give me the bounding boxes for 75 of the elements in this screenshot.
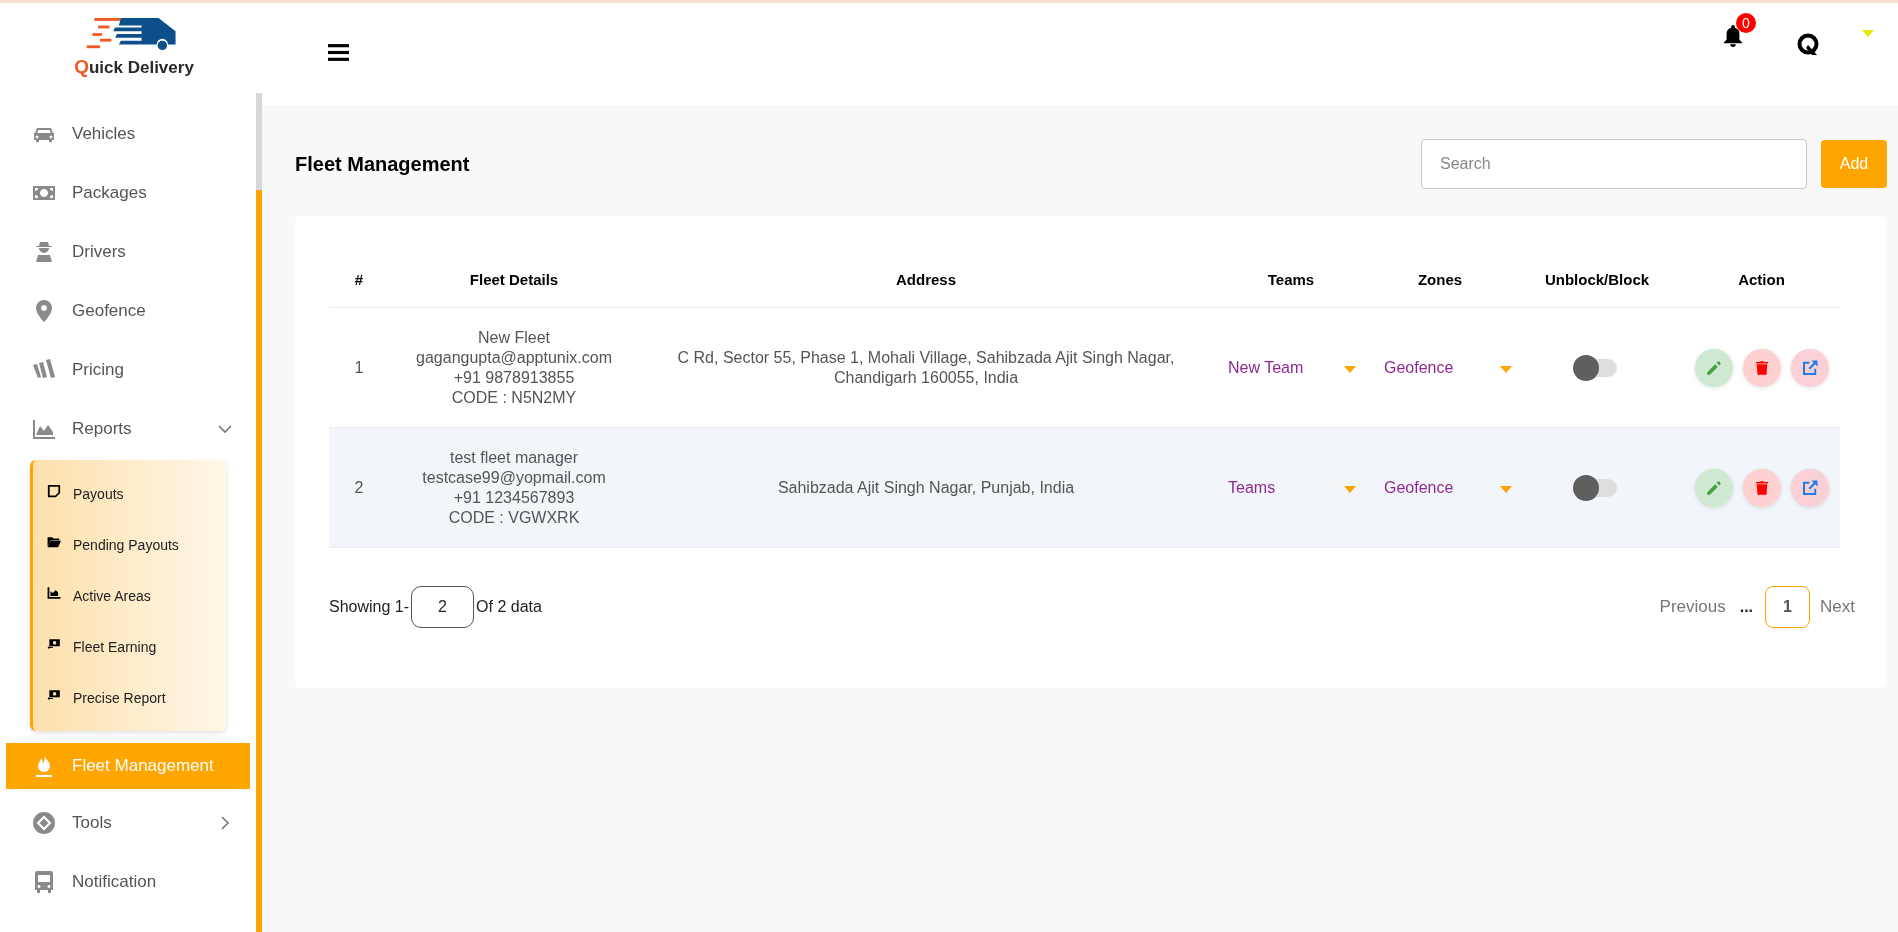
address-cell-text: Sahibzada Ajit Singh Nagar, Punjab, India [776,477,1076,498]
caret-down-icon [1500,486,1512,493]
delete-button[interactable] [1742,468,1781,507]
column-header: Teams [1213,251,1369,308]
sidebar-item[interactable]: Pricing [6,340,250,399]
scrollbar[interactable] [256,93,262,932]
submenu-item[interactable]: Fleet Earning [33,621,226,672]
delete-button[interactable] [1742,348,1781,387]
search-field[interactable]: Search [1421,139,1807,189]
zone-dropdown[interactable]: Geofence [1384,478,1512,497]
note-icon [47,483,61,498]
column-header: Fleet Details [389,251,639,308]
area-chart-icon [47,585,61,600]
edit-button[interactable] [1694,348,1733,387]
column-header: Unblock/Block [1511,251,1683,308]
pencil-icon [1704,478,1723,497]
money-exchange-icon [47,636,61,651]
submenu-item[interactable]: Payouts [33,468,226,519]
sidebar-item[interactable]: Packages [6,163,250,222]
caret-down-icon [1344,366,1356,373]
sidebar-item[interactable]: Geofence [6,281,250,340]
row-number: 1 [354,358,364,376]
avatar-logo-icon[interactable] [1796,32,1820,56]
open-link-button[interactable] [1790,468,1829,507]
fleet-code: CODE : VGWXRK [448,507,580,528]
fleet-code: CODE : N5N2MY [451,387,577,408]
pencil-icon [1704,358,1723,377]
submenu-item[interactable]: Active Areas [33,570,226,621]
previous-link[interactable]: Previous [1659,597,1726,617]
quick-delivery-logo[interactable]: Quick Delivery [0,3,262,93]
fleet-name: New Fleet [478,327,550,348]
team-dropdown[interactable]: New Team [1228,358,1356,377]
tools-icon [32,810,56,835]
row-number: 2 [354,478,364,496]
next-link[interactable]: Next [1820,597,1855,617]
ellipsis: ... [1739,598,1754,616]
column-header: Address [639,251,1213,308]
sidebar-item[interactable]: Vehicles [6,104,250,163]
fleet-name: test fleet manager [449,447,579,468]
showing-label: Showing 1- [329,598,410,616]
fleet-phone: +91 9878913855 [453,367,575,388]
menu-icon[interactable] [328,43,349,61]
column-header: # [329,251,389,308]
notification-count-badge: 0 [1736,13,1756,33]
money-exchange-icon [47,687,61,702]
zone-dropdown[interactable]: Geofence [1384,358,1512,377]
total-label: Of 2 data [476,598,542,616]
address-cell-text: C Rd, Sector 55, Phase 1, Mohali Village, Sahibzada Ajit Singh Nagar, Chandigarh 160055, India [676,347,1176,388]
submenu-item[interactable]: Pending Payouts [33,519,226,570]
edit-button[interactable] [1694,468,1733,507]
sidebar-item[interactable]: Tools [6,793,250,852]
notification-bell-icon[interactable] [1722,23,1744,49]
submenu-item[interactable]: Precise Report [33,672,226,723]
bus-icon [32,869,56,894]
fleet-phone: +91 1234567893 [453,487,575,508]
page-button[interactable]: 1 [1765,586,1811,628]
caret-down-icon [1500,366,1512,373]
table-row[interactable]: 1 New Fleet gagangupta@apptunix.com +91 9878913855 CODE : N5N2MY C Rd, Sector 55, Phase 1, Mohali Village, Sahibzada Ajit Singh Nagar, Chandigarh 160055, India New Team Geofence [329,307,1840,428]
column-header: Zones [1369,251,1511,308]
fleet-email: testcase99@yopmail.com [422,467,606,488]
sidebar-item[interactable]: Drivers [6,222,250,281]
external-link-icon [1800,358,1819,377]
brand-name: Quick Delivery [74,56,194,78]
page-size-field[interactable]: 2 [411,586,475,628]
column-header: Action [1683,251,1840,308]
open-link-button[interactable] [1790,348,1829,387]
table-row[interactable]: 2 test fleet manager testcase99@yopmail.com +91 1234567893 CODE : VGWXRK Sahibzada Ajit Singh Nagar, Punjab, India Teams Geofence [329,427,1840,548]
folder-icon [47,534,61,549]
caret-down-icon [1344,486,1356,493]
sidebar-item[interactable]: Reports [6,399,250,458]
team-dropdown[interactable]: Teams [1228,478,1356,497]
page-title: Fleet Management [295,152,471,176]
fleet-email: gagangupta@apptunix.com [416,347,612,368]
sidebar-item[interactable]: Notification [6,852,250,911]
external-link-icon [1800,478,1819,497]
